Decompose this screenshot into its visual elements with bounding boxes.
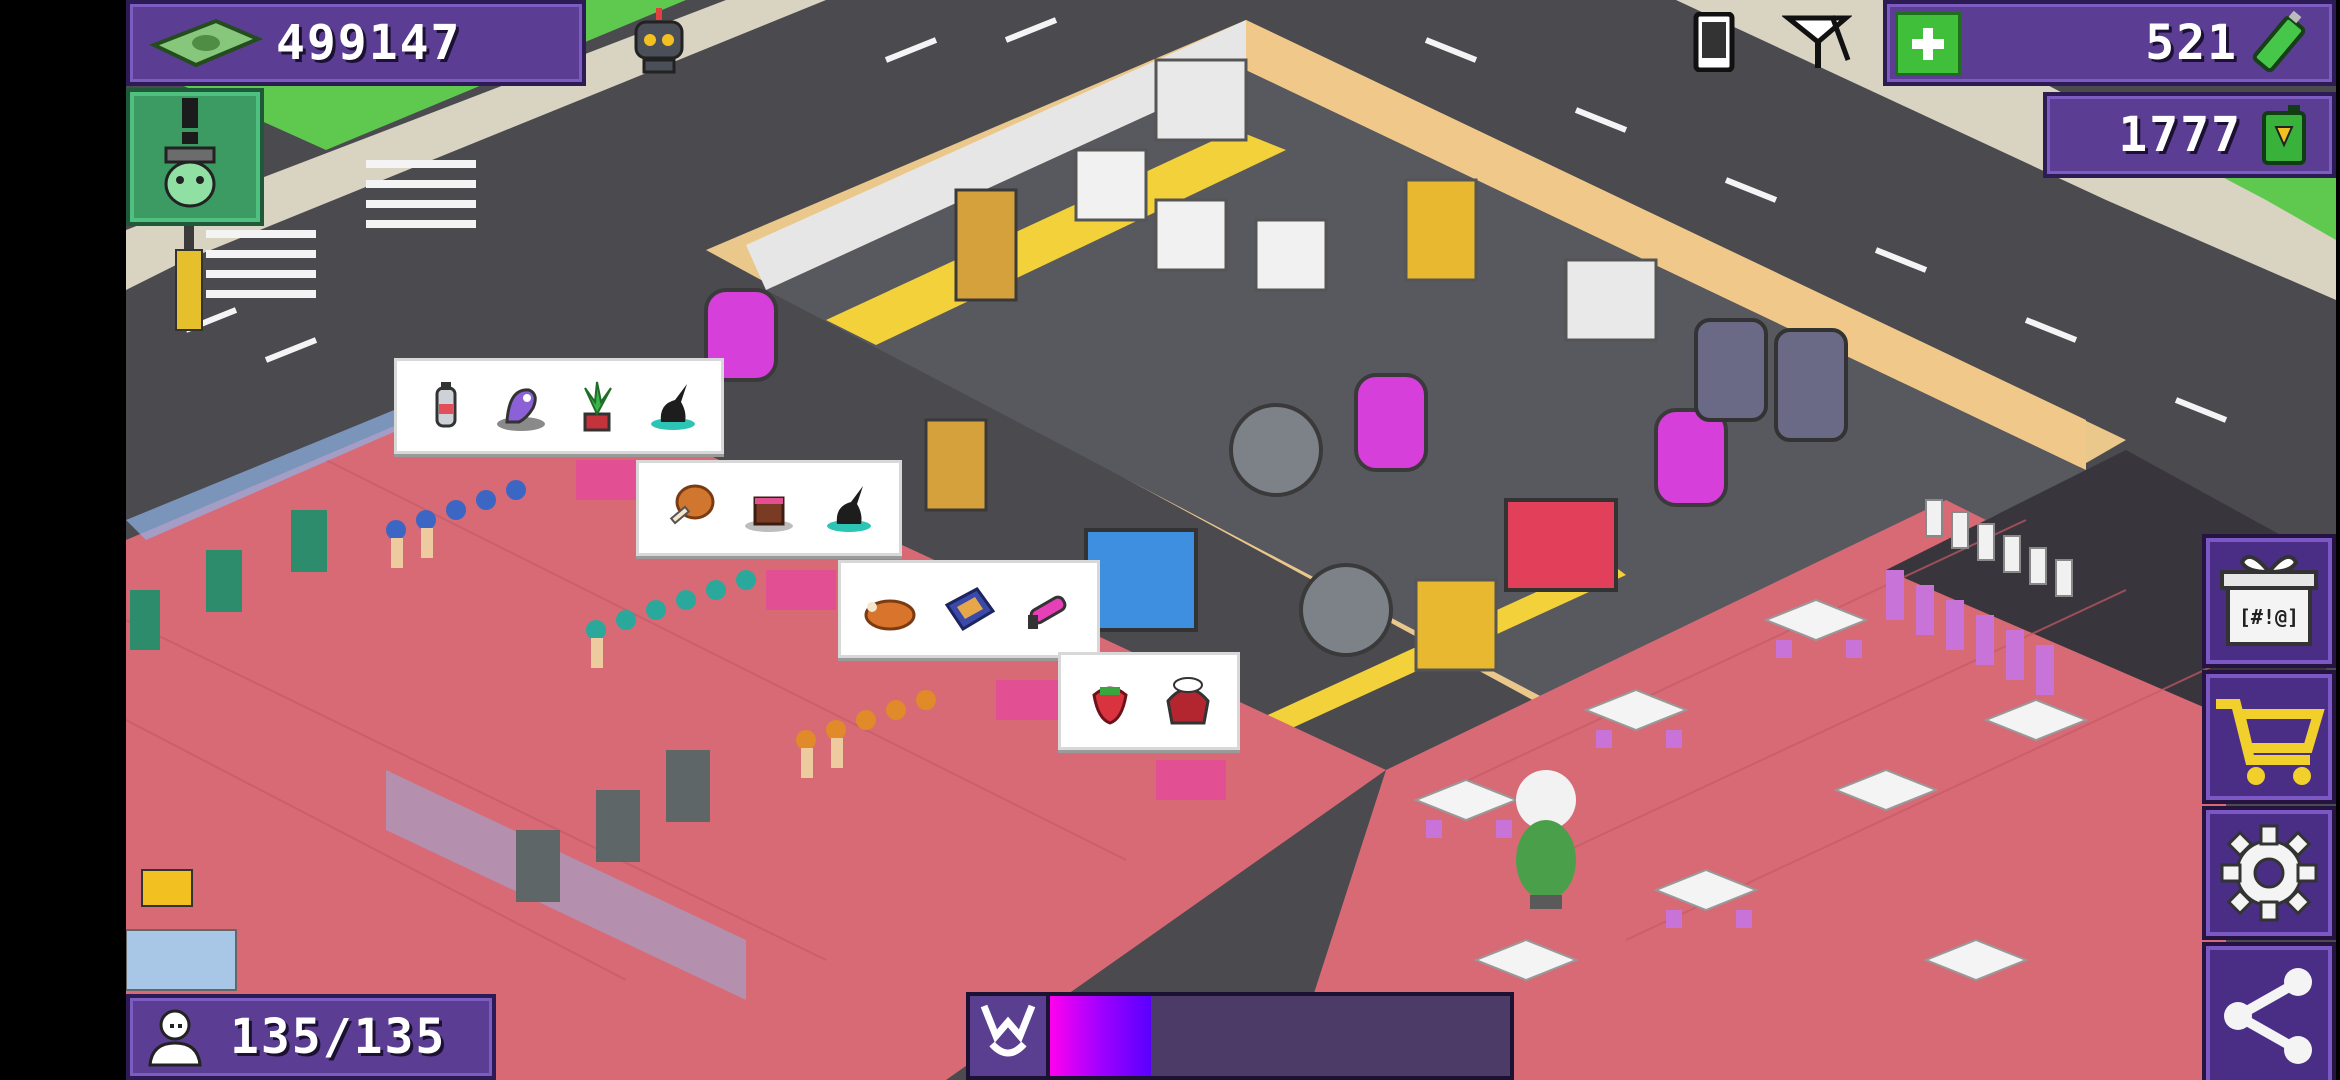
- shop-button[interactable]: [2202, 670, 2336, 804]
- trash-bin[interactable]: [666, 750, 710, 822]
- trash-bin[interactable]: [516, 830, 560, 902]
- chef-mascot[interactable]: [1516, 770, 1576, 909]
- gear-icon: [2220, 824, 2318, 922]
- barrel-stack[interactable]: [954, 188, 1018, 302]
- happiness-meter[interactable]: [966, 992, 1514, 1080]
- cart-icon: [2216, 699, 2325, 785]
- counter[interactable]: [766, 570, 836, 610]
- counter[interactable]: [996, 680, 1066, 720]
- raygun-icon: [1027, 595, 1067, 629]
- money-counter[interactable]: 499147: [126, 0, 586, 86]
- gift-icon: [#!@]: [2220, 554, 2318, 646]
- population-value: 135/135: [230, 1009, 447, 1065]
- letterbox-left: [0, 0, 126, 1080]
- potted-plant-icon: [583, 381, 612, 432]
- banknote-icon: [148, 18, 264, 68]
- generator[interactable]: [1404, 178, 1478, 282]
- barrel-stack[interactable]: [924, 418, 988, 512]
- black-flask-icon: [827, 486, 871, 532]
- blue-machine[interactable]: [1084, 528, 1198, 632]
- poster: [1564, 258, 1658, 342]
- comic-book-icon: [944, 587, 996, 632]
- phone-button[interactable]: [1686, 12, 1742, 72]
- poster: [1154, 58, 1248, 142]
- strawberry-icon: [1092, 686, 1128, 725]
- order-bubble[interactable]: [838, 560, 1100, 658]
- fuel-counter[interactable]: 1777: [2043, 92, 2336, 178]
- black-flask-icon: [651, 384, 695, 430]
- share-button[interactable]: [2202, 942, 2336, 1080]
- vending-machine[interactable]: [206, 550, 242, 612]
- cake-icon: [745, 496, 793, 532]
- roast-chicken-icon: [864, 599, 916, 631]
- signal-button[interactable]: [1782, 12, 1852, 72]
- alien-alert-icon: [164, 98, 216, 208]
- specimen-tank[interactable]: [1354, 373, 1428, 472]
- antenna-icon: [1782, 15, 1852, 68]
- vending-machine[interactable]: [291, 510, 327, 572]
- order-bubble[interactable]: [636, 460, 902, 556]
- counter[interactable]: [1156, 760, 1226, 800]
- alien-alert-button[interactable]: [126, 88, 264, 226]
- plus-icon: [1912, 28, 1944, 60]
- drumstick-icon: [669, 484, 715, 525]
- turbine[interactable]: [1774, 328, 1848, 442]
- vending-machine[interactable]: [130, 590, 160, 650]
- population-counter[interactable]: 135/135: [126, 994, 496, 1080]
- money-value: 499147: [276, 15, 462, 71]
- reactor-dome[interactable]: [1299, 563, 1393, 657]
- happy-icon: [980, 1004, 1036, 1057]
- gift-button[interactable]: [#!@]: [2202, 534, 2336, 668]
- fuel-can-icon: [2262, 105, 2306, 165]
- letterbox-right: [2336, 0, 2340, 1080]
- canister-icon: [435, 382, 457, 428]
- game-view[interactable]: 499147 521 1777 [#!@] 135/135: [126, 0, 2336, 1080]
- energy-counter[interactable]: 521: [1883, 0, 2336, 86]
- robot-button[interactable]: [626, 8, 692, 76]
- meter-icon-box: [970, 996, 1050, 1076]
- person-icon: [148, 1009, 202, 1067]
- robot-icon: [634, 8, 684, 74]
- battery-icon: [2252, 11, 2306, 73]
- add-energy-button[interactable]: [1895, 12, 1961, 76]
- gift-label: [#!@]: [2239, 605, 2299, 629]
- meter-track: [1050, 996, 1510, 1076]
- settings-button[interactable]: [2202, 806, 2336, 940]
- energy-value: 521: [2145, 15, 2238, 71]
- reactor-dome[interactable]: [1229, 403, 1323, 497]
- specimen-tank[interactable]: [1654, 408, 1728, 507]
- order-bubble[interactable]: [1058, 652, 1240, 750]
- fuel-value: 1777: [2118, 107, 2242, 163]
- isometric-world[interactable]: [126, 0, 2336, 1080]
- order-bubble[interactable]: [394, 358, 724, 454]
- meter-fill: [1050, 996, 1152, 1076]
- jelly-dessert-icon: [1166, 677, 1210, 725]
- trash-bin[interactable]: [596, 790, 640, 862]
- server-unit[interactable]: [1254, 218, 1328, 292]
- server-unit[interactable]: [1074, 148, 1148, 222]
- generator[interactable]: [1414, 578, 1498, 672]
- red-machine[interactable]: [1504, 498, 1618, 592]
- turbine[interactable]: [1694, 318, 1768, 422]
- server-unit[interactable]: [1154, 198, 1228, 272]
- share-icon: [2224, 968, 2312, 1064]
- alien-plant-icon: [497, 388, 545, 431]
- phone-icon: [1693, 12, 1735, 72]
